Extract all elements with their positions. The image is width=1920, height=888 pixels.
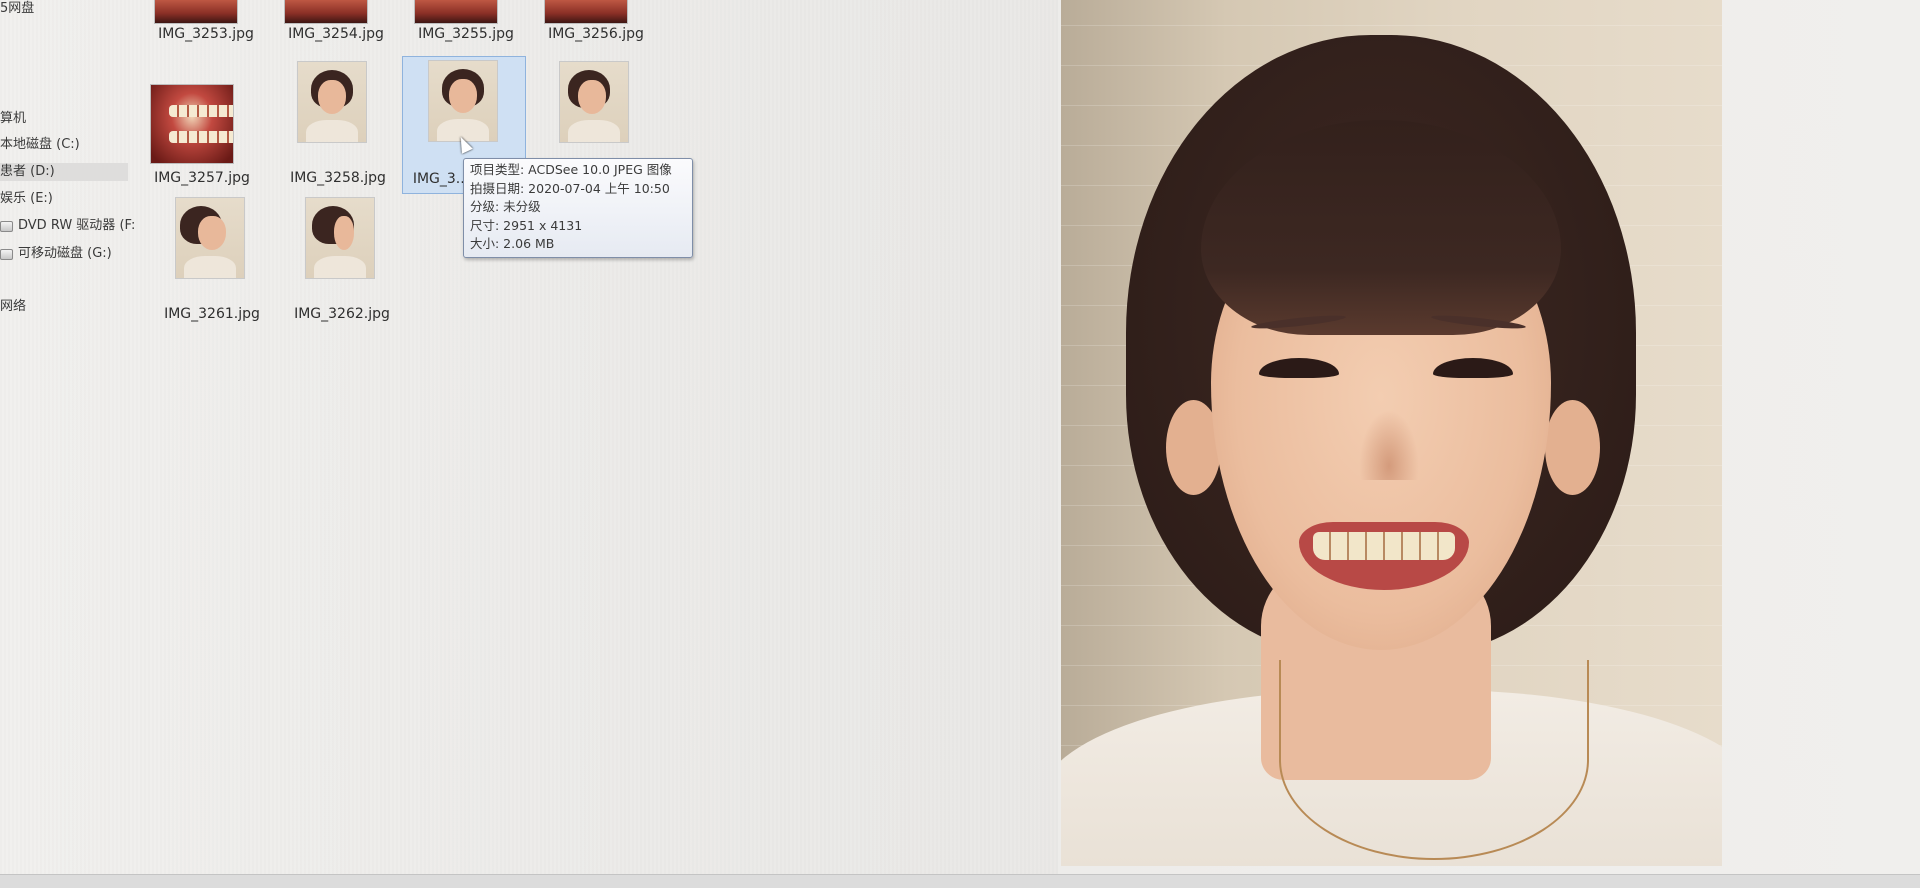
file-thumbnail[interactable]: IMG_3262.jpg [288,196,398,322]
file-name: IMG_3256.jpg [548,26,644,42]
thumbnail-image [154,0,238,26]
file-name: IMG_3254.jpg [288,26,384,42]
nav-item-drive-c[interactable]: 本地磁盘 (C:) [0,136,80,154]
preview-image [1061,0,1722,866]
tooltip-date-taken: 拍摄日期: 2020-07-04 上午 10:50 [470,180,670,196]
status-bar [0,874,1920,888]
nav-item-label: 本地磁盘 (C:) [0,137,80,152]
nav-item-dvd-drive[interactable]: DVD RW 驱动器 (F: [0,217,135,235]
nav-item-label: 娱乐 (E:) [0,191,53,206]
nav-item-label: DVD RW 驱动器 (F: [18,218,136,233]
nav-item-drive-d[interactable]: 患者 (D:) [0,163,128,181]
nav-item-label: 可移动磁盘 (G:) [18,246,112,261]
thumbnail-image [544,0,628,26]
nav-item-computer[interactable]: 算机 [0,110,26,128]
nav-item-label: 网络 [0,299,27,314]
tooltip-size: 大小: 2.06 MB [470,236,555,251]
thumbnail-image [414,0,498,26]
explorer-window: 5网盘 算机 本地磁盘 (C:) 患者 (D:) 娱乐 (E:) DVD RW … [0,0,1920,888]
nav-item-removable-disk[interactable]: 可移动磁盘 (G:) [0,245,112,263]
thumbnail-image [168,197,252,279]
nav-item-network[interactable]: 网络 [0,298,26,316]
file-name: IMG_3257.jpg [154,170,250,186]
tooltip-item-type: 项目类型: ACDSee 10.0 JPEG 图像 [470,162,672,177]
tooltip-rating: 分级: 未分级 [470,199,541,214]
tooltip-dimensions: 尺寸: 2951 x 4131 [470,217,583,233]
thumbnail-image [552,61,636,143]
file-thumbnail[interactable]: IMG_3261.jpg [158,196,268,322]
nav-item-label: 5网盘 [0,1,35,16]
file-info-tooltip: 项目类型: ACDSee 10.0 JPEG 图像 拍摄日期: 2020-07-… [463,158,693,258]
nav-item-label: 患者 (D:) [0,164,55,179]
file-thumbnail[interactable] [542,60,652,172]
file-name: IMG_3261.jpg [164,306,260,322]
dvd-drive-icon [0,220,13,232]
nav-item-label: 算机 [0,111,27,126]
nav-item-cloud-drive[interactable]: 5网盘 [0,0,34,18]
file-name: IMG_3253.jpg [158,26,254,42]
navigation-pane: 5网盘 算机 本地磁盘 (C:) 患者 (D:) 娱乐 (E:) DVD RW … [0,0,135,887]
thumbnail-image [298,197,382,279]
file-thumbnail[interactable]: IMG_3257.jpg [148,84,258,196]
removable-disk-icon [0,248,13,260]
thumbnail-image [421,60,505,142]
thumbnail-image [290,61,374,143]
file-thumbnail[interactable]: IMG_3258.jpg [280,60,390,186]
thumbnail-image [150,84,234,164]
nav-item-drive-e[interactable]: 娱乐 (E:) [0,190,53,208]
file-name: IMG_3262.jpg [294,306,390,322]
thumbnail-image [284,0,368,26]
file-name: IMG_3255.jpg [418,26,514,42]
